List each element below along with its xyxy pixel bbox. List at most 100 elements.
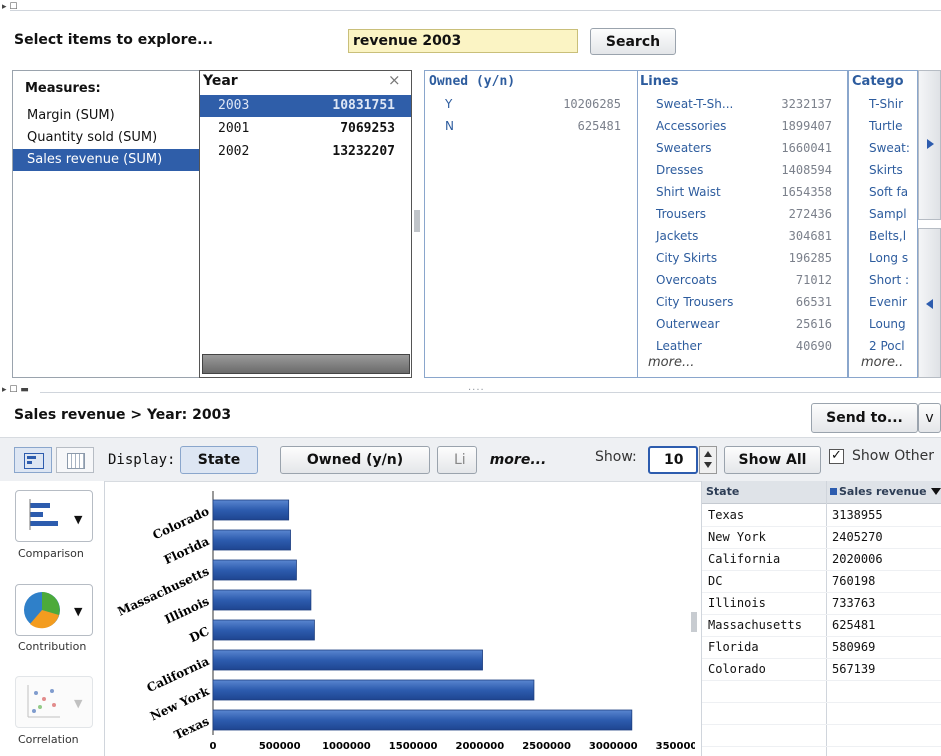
sort-color-swatch — [830, 488, 837, 495]
category-row[interactable]: Soft fa — [849, 181, 917, 203]
lines-row[interactable]: City Skirts 196285 — [638, 247, 846, 269]
contribution-button[interactable]: ▼ — [15, 584, 93, 636]
bar-dc[interactable] — [212, 619, 315, 641]
search-button[interactable]: Search — [590, 28, 676, 55]
lines-more-link[interactable]: more... — [648, 355, 694, 370]
chart-scrollbar-thumb[interactable] — [691, 612, 697, 632]
lines-row[interactable]: Sweaters 1660041 — [638, 137, 846, 159]
lines-row[interactable]: City Trousers 66531 — [638, 291, 846, 313]
table-header-sales-revenue[interactable]: Sales revenue — [839, 485, 927, 498]
table-row[interactable] — [702, 680, 941, 703]
chart-view-button[interactable] — [14, 447, 52, 473]
lines-row[interactable]: Accessories 1899407 — [638, 115, 846, 137]
year-label: 2002 — [218, 144, 250, 159]
measure-item[interactable]: Sales revenue (SUM) — [13, 149, 199, 171]
lines-value: 272436 — [788, 207, 832, 221]
left-splitter-handle[interactable] — [414, 210, 420, 232]
bar-texas[interactable] — [212, 709, 633, 731]
year-row[interactable]: 2001 7069253 — [200, 118, 411, 140]
show-other-checkbox[interactable]: ✓ — [829, 449, 844, 464]
table-row[interactable]: Colorado 567139 — [702, 658, 941, 681]
table-row[interactable]: Texas 3138955 — [702, 504, 941, 527]
category-row[interactable]: Belts,l — [849, 225, 917, 247]
category-row[interactable]: Skirts — [849, 159, 917, 181]
lines-row[interactable]: Sweat-T-Sh... 3232137 — [638, 93, 846, 115]
bar-florida[interactable] — [212, 529, 291, 551]
splitter-grip[interactable]: .... — [468, 382, 485, 393]
table-row[interactable] — [702, 724, 941, 747]
owned-row[interactable]: Y 10206285 — [425, 93, 637, 115]
lines-value: 40690 — [795, 339, 832, 353]
category-row[interactable]: Evenir — [849, 291, 917, 313]
lines-row[interactable]: Trousers 272436 — [638, 203, 846, 225]
measure-item[interactable]: Quantity sold (SUM) — [13, 127, 199, 149]
scroll-left-button[interactable] — [918, 228, 941, 378]
search-input[interactable]: revenue 2003 — [348, 29, 578, 53]
lines-label: Overcoats — [656, 273, 717, 287]
bar-california[interactable] — [212, 649, 483, 671]
table-row[interactable]: California 2020006 — [702, 548, 941, 571]
send-to-button[interactable]: Send to... — [811, 403, 918, 433]
state-cell: Florida — [708, 640, 759, 654]
show-count-stepper[interactable] — [699, 446, 717, 474]
bar-illinois[interactable] — [212, 589, 312, 611]
year-panel-scrollbar[interactable] — [202, 354, 410, 374]
lines-row[interactable]: Leather 40690 — [638, 335, 846, 355]
state-cell: DC — [708, 574, 723, 588]
comparison-button[interactable]: ▼ — [15, 490, 93, 542]
lines-row[interactable]: Shirt Waist 1654358 — [638, 181, 846, 203]
correlation-button[interactable]: ▼ — [15, 676, 93, 728]
category-row[interactable]: Long s — [849, 247, 917, 269]
tab-state[interactable]: State — [180, 446, 258, 474]
category-row[interactable]: Short : — [849, 269, 917, 291]
category-row[interactable]: Sweat: — [849, 137, 917, 159]
table-row[interactable]: Massachusetts 625481 — [702, 614, 941, 637]
pie-chart-icon — [24, 592, 60, 629]
category-row[interactable]: T-Shir — [849, 93, 917, 115]
table-row[interactable]: Florida 580969 — [702, 636, 941, 659]
lines-row[interactable]: Jackets 304681 — [638, 225, 846, 247]
show-other-label: Show Other — [852, 448, 934, 464]
category-row[interactable]: 2 Pocl — [849, 335, 917, 355]
table-view-button[interactable] — [56, 447, 94, 473]
category-row[interactable]: Sampl — [849, 203, 917, 225]
category-tick-label: Illinois — [162, 594, 211, 627]
category-title: Catego — [852, 74, 904, 89]
lines-row[interactable]: Outerwear 25616 — [638, 313, 846, 335]
category-more-link[interactable]: more.. — [861, 355, 903, 370]
sort-desc-icon[interactable] — [931, 488, 941, 495]
lines-label: Trousers — [656, 207, 707, 221]
close-icon[interactable]: × — [388, 71, 401, 89]
stepper-down-icon — [704, 462, 712, 468]
show-count-input[interactable]: 10 — [648, 446, 698, 474]
scroll-right-button[interactable] — [918, 70, 941, 220]
owned-row[interactable]: N 625481 — [425, 115, 637, 137]
lines-row[interactable]: Dresses 1408594 — [638, 159, 846, 181]
bar-chart-icon — [29, 499, 58, 530]
table-row[interactable]: DC 760198 — [702, 570, 941, 593]
lines-row[interactable]: Overcoats 71012 — [638, 269, 846, 291]
category-row[interactable]: Turtle — [849, 115, 917, 137]
bar-colorado[interactable] — [212, 499, 290, 521]
year-row[interactable]: 2003 10831751 — [200, 95, 411, 117]
table-header-state[interactable]: State — [706, 485, 739, 498]
table-row[interactable]: New York 2405270 — [702, 526, 941, 549]
table-row[interactable] — [702, 702, 941, 725]
bar-new-york[interactable] — [212, 679, 535, 701]
tab-lines[interactable]: Li — [437, 446, 477, 474]
year-row[interactable]: 2002 13232207 — [200, 141, 411, 163]
dropdown-arrow-icon: ▼ — [74, 697, 83, 710]
category-row[interactable]: Loung — [849, 313, 917, 335]
lines-label: Sweat-T-Sh... — [656, 97, 734, 111]
state-cell: Illinois — [708, 596, 766, 610]
measure-item[interactable]: Margin (SUM) — [13, 105, 199, 127]
table-row[interactable]: Illinois 733763 — [702, 592, 941, 615]
lines-value: 1660041 — [781, 141, 832, 155]
state-cell: Texas — [708, 508, 745, 522]
tab-owned[interactable]: Owned (y/n) — [280, 446, 430, 474]
show-all-button[interactable]: Show All — [724, 446, 821, 474]
bar-massachusetts[interactable] — [212, 559, 297, 581]
send-to-dropdown[interactable]: v — [918, 403, 941, 433]
explore-prompt: Select items to explore... — [14, 32, 214, 48]
tab-more[interactable]: more... — [478, 446, 558, 474]
